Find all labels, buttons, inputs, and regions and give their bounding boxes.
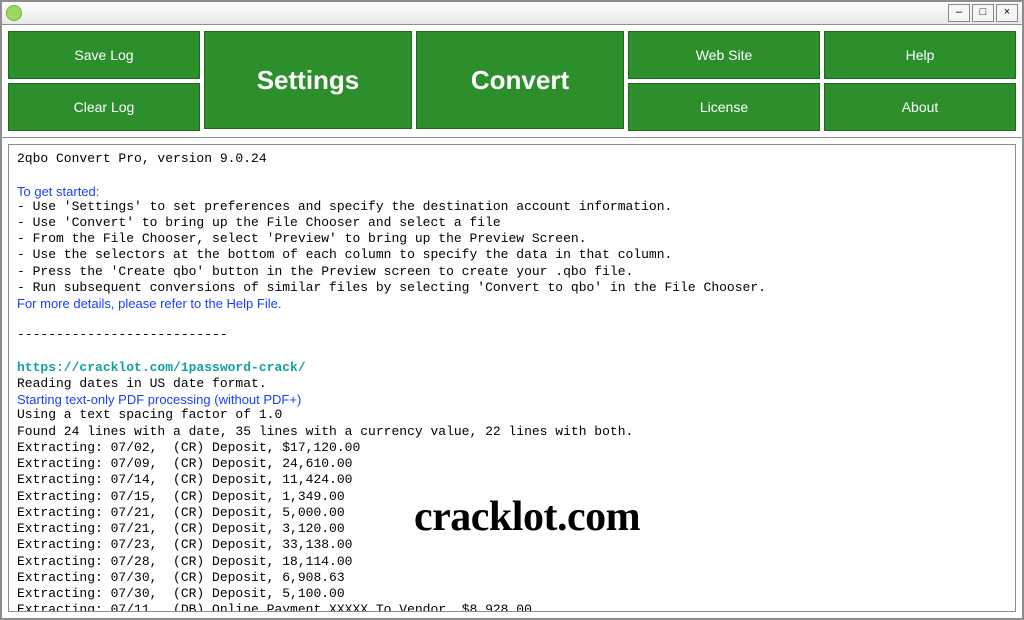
toolbar: Save Log Clear Log Settings Convert Web … [2, 25, 1022, 138]
get-started-item: - Run subsequent conversions of similar … [17, 280, 1007, 296]
about-button[interactable]: About [824, 83, 1016, 131]
get-started-item: - Use 'Settings' to set preferences and … [17, 199, 1007, 215]
minimize-button[interactable]: – [948, 4, 970, 22]
titlebar: – □ × [2, 2, 1022, 25]
external-link[interactable]: https://cracklot.com/1password-crack/ [17, 360, 1007, 376]
spacing-factor: Using a text spacing factor of 1.0 [17, 407, 1007, 423]
web-site-button[interactable]: Web Site [628, 31, 820, 79]
get-started-list: - Use 'Settings' to set preferences and … [17, 199, 1007, 297]
extracting-item: Extracting: 07/21, (CR) Deposit, 3,120.0… [17, 521, 1007, 537]
extracting-list: Extracting: 07/02, (CR) Deposit, $17,120… [17, 440, 1007, 612]
pdf-start: Starting text-only PDF processing (witho… [17, 392, 1007, 407]
divider: --------------------------- [17, 327, 1007, 343]
reading-dates: Reading dates in US date format. [17, 376, 1007, 392]
extracting-item: Extracting: 07/28, (CR) Deposit, 18,114.… [17, 554, 1007, 570]
close-button[interactable]: × [996, 4, 1018, 22]
get-started-item: - Press the 'Create qbo' button in the P… [17, 264, 1007, 280]
log-header: 2qbo Convert Pro, version 9.0.24 [17, 151, 1007, 167]
extracting-item: Extracting: 07/02, (CR) Deposit, $17,120… [17, 440, 1007, 456]
extracting-item: Extracting: 07/15, (CR) Deposit, 1,349.0… [17, 489, 1007, 505]
get-started-item: - Use the selectors at the bottom of eac… [17, 247, 1007, 263]
extracting-item: Extracting: 07/23, (CR) Deposit, 33,138.… [17, 537, 1007, 553]
app-icon [6, 5, 22, 21]
save-log-button[interactable]: Save Log [8, 31, 200, 79]
extracting-item: Extracting: 07/30, (CR) Deposit, 6,908.6… [17, 570, 1007, 586]
help-button[interactable]: Help [824, 31, 1016, 79]
maximize-button[interactable]: □ [972, 4, 994, 22]
app-window: – □ × Save Log Clear Log Settings Conver… [0, 0, 1024, 620]
log-panel[interactable]: 2qbo Convert Pro, version 9.0.24 To get … [8, 144, 1016, 612]
license-button[interactable]: License [628, 83, 820, 131]
help-reference: For more details, please refer to the He… [17, 296, 1007, 311]
get-started-item: - From the File Chooser, select 'Preview… [17, 231, 1007, 247]
extracting-item: Extracting: 07/14, (CR) Deposit, 11,424.… [17, 472, 1007, 488]
settings-button[interactable]: Settings [204, 31, 412, 129]
extracting-item: Extracting: 07/30, (CR) Deposit, 5,100.0… [17, 586, 1007, 602]
clear-log-button[interactable]: Clear Log [8, 83, 200, 131]
extracting-item: Extracting: 07/09, (CR) Deposit, 24,610.… [17, 456, 1007, 472]
get-started-item: - Use 'Convert' to bring up the File Cho… [17, 215, 1007, 231]
convert-button[interactable]: Convert [416, 31, 624, 129]
window-controls: – □ × [946, 4, 1018, 22]
get-started-title: To get started: [17, 184, 1007, 199]
extracting-item: Extracting: 07/21, (CR) Deposit, 5,000.0… [17, 505, 1007, 521]
extracting-item: Extracting: 07/11, (DB) Online Payment X… [17, 602, 1007, 612]
found-summary: Found 24 lines with a date, 35 lines wit… [17, 424, 1007, 440]
